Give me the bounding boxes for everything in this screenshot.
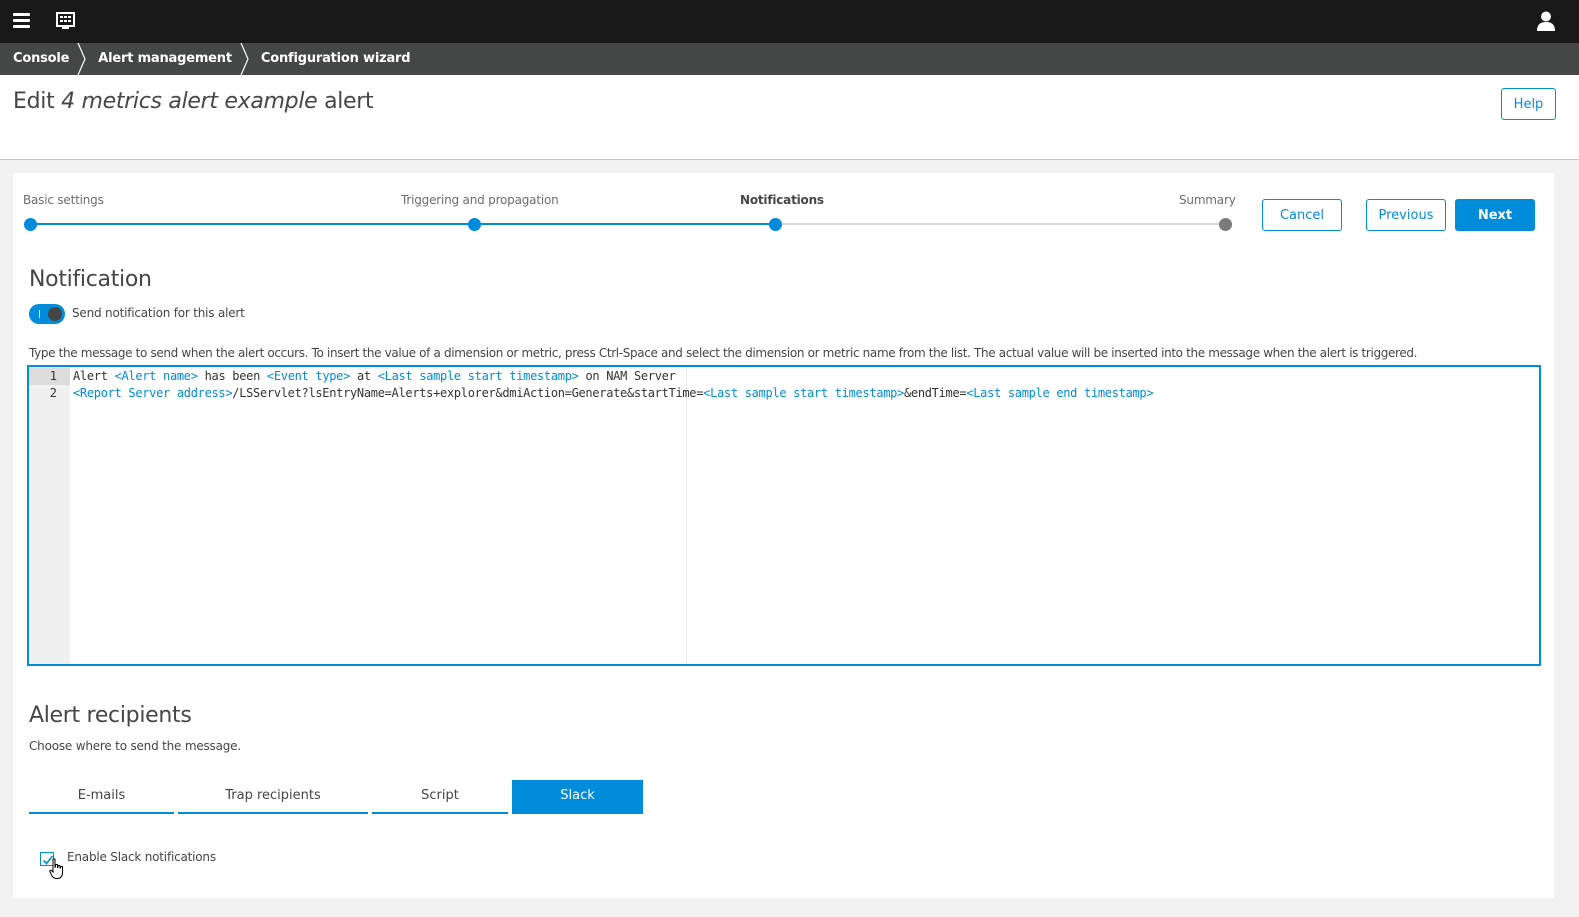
code-text: /LSServlet?lsEntryName=Alerts+explorer&d…	[232, 386, 704, 400]
dimension-token: <Last sample start timestamp>	[703, 386, 904, 400]
notification-section-title: Notification	[29, 267, 152, 292]
message-instructions: Type the message to send when the alert …	[29, 346, 1418, 360]
top-navigation-bar	[0, 0, 1579, 43]
code-line-1: Alert <Alert name> has been <Event type>…	[73, 368, 1539, 385]
page-header: Edit 4 metrics alert example alert Help	[0, 75, 1579, 160]
code-text: Alert	[73, 369, 115, 383]
breadcrumb-label: Alert management	[98, 51, 232, 66]
toggle-knob	[48, 307, 62, 321]
step-notifications-dot[interactable]	[769, 218, 782, 231]
editor-code-area[interactable]: Alert <Alert name> has been <Event type>…	[73, 368, 1539, 402]
page-title: Edit 4 metrics alert example alert	[13, 89, 374, 114]
next-button[interactable]: Next	[1455, 199, 1535, 231]
tab-trap-recipients[interactable]: Trap recipients	[178, 780, 368, 814]
message-editor[interactable]: 1 2 Alert <Alert name> has been <Event t…	[27, 365, 1541, 666]
title-suffix: alert	[317, 89, 374, 114]
wizard-card: Basic settings Triggering and propagatio…	[13, 173, 1554, 898]
breadcrumb-separator-icon	[77, 43, 86, 75]
step-summary-label: Summary	[1179, 193, 1236, 207]
dimension-token: <Last sample end timestamp>	[966, 386, 1154, 400]
code-text: on NAM Server	[578, 369, 676, 383]
step-triggering-dot[interactable]	[468, 218, 481, 231]
breadcrumb-alert-management[interactable]: Alert management	[81, 43, 249, 75]
code-line-2: <Report Server address>/LSServlet?lsEntr…	[73, 385, 1539, 402]
stepper-progress-line	[30, 223, 775, 225]
title-prefix: Edit	[13, 89, 62, 114]
enable-slack-label: Enable Slack notifications	[67, 850, 216, 864]
breadcrumb-label: Configuration wizard	[260, 51, 411, 66]
cancel-button[interactable]: Cancel	[1262, 199, 1342, 231]
alert-recipients-description: Choose where to send the message.	[29, 739, 241, 753]
dimension-token: <Alert name>	[114, 369, 198, 383]
alert-recipients-title: Alert recipients	[29, 703, 192, 728]
line-number: 1	[29, 368, 70, 385]
tab-slack[interactable]: Slack	[512, 780, 643, 814]
stepper-remaining-line	[775, 223, 1225, 225]
tab-emails[interactable]: E-mails	[29, 780, 174, 814]
editor-gutter: 1 2	[29, 367, 70, 664]
step-triggering-label: Triggering and propagation	[401, 193, 559, 207]
send-notification-label: Send notification for this alert	[72, 306, 245, 320]
editor-print-margin	[686, 367, 687, 664]
hand-cursor-icon	[49, 858, 63, 879]
step-basic-settings-dot[interactable]	[24, 218, 37, 231]
dimension-token: <Last sample start timestamp>	[377, 369, 579, 383]
help-button[interactable]: Help	[1501, 88, 1556, 120]
breadcrumb-console[interactable]: Console	[0, 43, 86, 75]
step-summary-dot[interactable]	[1219, 218, 1232, 231]
menu-icon[interactable]	[13, 13, 30, 28]
user-icon[interactable]	[1537, 11, 1555, 31]
previous-button[interactable]: Previous	[1366, 199, 1446, 231]
breadcrumb-separator-icon	[240, 43, 249, 75]
code-text: at	[350, 369, 378, 383]
code-text: has been	[197, 369, 267, 383]
toggle-on-indicator	[39, 310, 40, 318]
breadcrumb-configuration-wizard[interactable]: Configuration wizard	[244, 43, 423, 75]
dashboard-icon[interactable]	[56, 12, 75, 29]
step-notifications-label: Notifications	[740, 193, 824, 207]
step-basic-settings-label: Basic settings	[23, 193, 104, 207]
code-text: &endTime=	[903, 386, 967, 400]
line-number: 2	[49, 386, 57, 400]
tab-script[interactable]: Script	[372, 780, 508, 814]
alert-name: 4 metrics alert example	[61, 89, 318, 114]
send-notification-toggle[interactable]	[29, 304, 65, 324]
dimension-token: <Event type>	[266, 369, 351, 383]
breadcrumb: Console Alert management Configuration w…	[0, 43, 1579, 75]
breadcrumb-label: Console	[13, 51, 70, 66]
wizard-stepper: Basic settings Triggering and propagatio…	[13, 173, 1253, 243]
dimension-token: <Report Server address>	[73, 386, 233, 400]
